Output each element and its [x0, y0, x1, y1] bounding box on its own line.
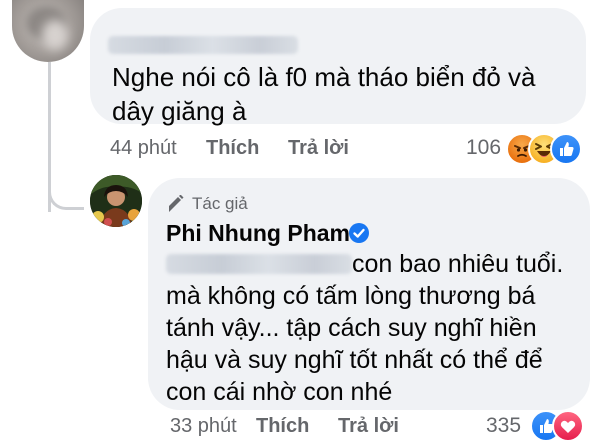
- reply-actions: 33 phút Thích Trả lời: [170, 412, 470, 440]
- author-avatar[interactable]: [90, 175, 142, 227]
- reply-reply-button[interactable]: Trả lời: [338, 412, 399, 440]
- commenter-avatar[interactable]: [12, 0, 84, 62]
- like-button[interactable]: Thích: [206, 134, 259, 162]
- blurred-mentioned-name[interactable]: [166, 254, 352, 274]
- author-name[interactable]: Phi Nhung Pham: [166, 218, 350, 248]
- reply-timestamp[interactable]: 33 phút: [170, 412, 237, 440]
- reply-reaction-count: 335: [486, 414, 522, 437]
- comment-bubble: Nghe nói cô là f0 mà tháo biển đỏ và dây…: [90, 8, 586, 126]
- reply-text-line: hậu và suy nghĩ tốt nhất có thể để: [166, 346, 543, 374]
- blurred-commenter-name[interactable]: [108, 36, 298, 54]
- comment-timestamp[interactable]: 44 phút: [110, 134, 177, 162]
- reply-text-line: mà không có tấm lòng thương bá: [166, 282, 536, 310]
- love-icon: [552, 410, 584, 442]
- reply-bubble: Tác giả Phi Nhung Pham con bao nhiêu tuổ…: [148, 178, 590, 410]
- reaction-count: 106: [466, 136, 502, 159]
- pencil-icon: [169, 195, 184, 212]
- reply-reactions[interactable]: 335: [486, 410, 592, 442]
- reply-text-line: con cái nhờ con nhé: [166, 378, 393, 406]
- like-icon: [550, 133, 582, 165]
- comment-reactions[interactable]: 106: [466, 133, 586, 165]
- reply-text-line: tánh vậy... tập cách suy nghĩ hiền: [166, 314, 537, 342]
- verified-badge-icon: [349, 223, 369, 243]
- author-badge-label: Tác giả: [192, 194, 248, 213]
- reply-button[interactable]: Trả lời: [288, 134, 349, 162]
- reply-text-line: con bao nhiêu tuổi.: [352, 250, 564, 278]
- reply-like-button[interactable]: Thích: [256, 412, 309, 440]
- comment-text: Nghe nói cô là f0 mà tháo biển đỏ và dây…: [112, 62, 536, 126]
- thread-connector-curve: [48, 172, 84, 210]
